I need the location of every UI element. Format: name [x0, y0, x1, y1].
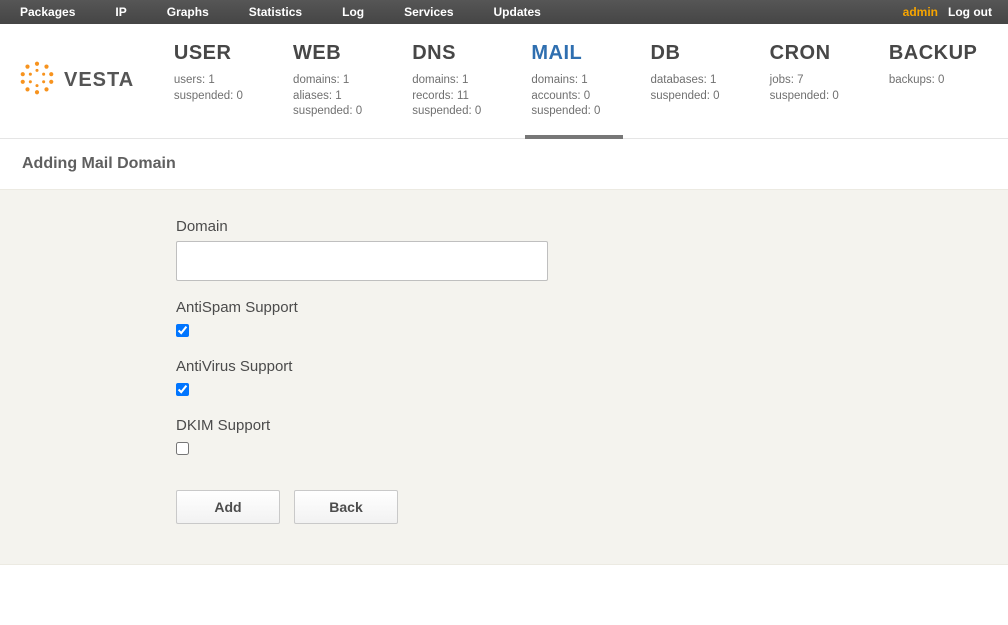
nav-log[interactable]: Log	[322, 0, 384, 24]
tab-title: WEB	[293, 42, 412, 65]
dkim-label: DKIM Support	[176, 417, 1008, 434]
tab-stat: suspended: 0	[412, 104, 531, 120]
field-antispam: AntiSpam Support	[176, 299, 1008, 340]
tab-user[interactable]: USER users: 1 suspended: 0	[174, 24, 293, 138]
tab-stat: backups: 0	[889, 73, 1008, 89]
tab-cron[interactable]: CRON jobs: 7 suspended: 0	[770, 24, 889, 138]
tab-title: DB	[651, 42, 770, 65]
tab-title: USER	[174, 42, 293, 65]
tab-backup[interactable]: BACKUP backups: 0	[889, 24, 1008, 138]
tab-stat: domains: 1	[293, 73, 412, 89]
tab-stat: suspended: 0	[651, 89, 770, 105]
field-dkim: DKIM Support	[176, 417, 1008, 458]
top-nav: Packages IP Graphs Statistics Log Servic…	[0, 0, 1008, 24]
tab-stat: suspended: 0	[770, 89, 889, 105]
tab-title: CRON	[770, 42, 889, 65]
add-button[interactable]: Add	[176, 490, 280, 524]
tab-web[interactable]: WEB domains: 1 aliases: 1 suspended: 0	[293, 24, 412, 138]
tab-stat: accounts: 0	[531, 89, 650, 105]
tab-mail[interactable]: MAIL domains: 1 accounts: 0 suspended: 0	[531, 24, 650, 138]
tab-stat: suspended: 0	[531, 104, 650, 120]
field-domain: Domain	[176, 218, 1008, 281]
nav-packages[interactable]: Packages	[6, 0, 95, 24]
tab-stat: databases: 1	[651, 73, 770, 89]
top-nav-right: admin Log out	[903, 5, 1008, 19]
tab-stat: aliases: 1	[293, 89, 412, 105]
antivirus-label: AntiVirus Support	[176, 358, 1008, 375]
top-nav-left: Packages IP Graphs Statistics Log Servic…	[0, 0, 561, 24]
button-row: Add Back	[176, 490, 1008, 524]
vesta-logo-icon	[18, 59, 56, 103]
antispam-checkbox[interactable]	[176, 324, 189, 337]
back-button[interactable]: Back	[294, 490, 398, 524]
logo[interactable]: VESTA	[0, 24, 174, 138]
form-area: Domain AntiSpam Support AntiVirus Suppor…	[0, 189, 1008, 565]
dkim-checkbox[interactable]	[176, 442, 189, 455]
footer-spacer	[0, 565, 1008, 625]
nav-graphs[interactable]: Graphs	[147, 0, 229, 24]
tab-title: DNS	[412, 42, 531, 65]
nav-statistics[interactable]: Statistics	[229, 0, 322, 24]
logo-text: VESTA	[64, 69, 134, 92]
tab-stat: jobs: 7	[770, 73, 889, 89]
nav-ip[interactable]: IP	[95, 0, 146, 24]
tab-title: BACKUP	[889, 42, 1008, 65]
nav-services[interactable]: Services	[384, 0, 473, 24]
tab-stat: users: 1	[174, 73, 293, 89]
nav-updates[interactable]: Updates	[474, 0, 561, 24]
antivirus-checkbox[interactable]	[176, 383, 189, 396]
tab-stat: suspended: 0	[174, 89, 293, 105]
antispam-label: AntiSpam Support	[176, 299, 1008, 316]
field-antivirus: AntiVirus Support	[176, 358, 1008, 399]
current-user-link[interactable]: admin	[903, 5, 938, 19]
tab-db[interactable]: DB databases: 1 suspended: 0	[651, 24, 770, 138]
domain-label: Domain	[176, 218, 1008, 235]
tab-dns[interactable]: DNS domains: 1 records: 11 suspended: 0	[412, 24, 531, 138]
domain-input[interactable]	[176, 241, 548, 281]
tab-title: MAIL	[531, 42, 650, 65]
tab-stat: records: 11	[412, 89, 531, 105]
main-nav: VESTA USER users: 1 suspended: 0 WEB dom…	[0, 24, 1008, 139]
tab-stat: domains: 1	[412, 73, 531, 89]
logout-link[interactable]: Log out	[948, 5, 992, 19]
page-title: Adding Mail Domain	[0, 139, 1008, 189]
tab-stat: suspended: 0	[293, 104, 412, 120]
tab-stat: domains: 1	[531, 73, 650, 89]
